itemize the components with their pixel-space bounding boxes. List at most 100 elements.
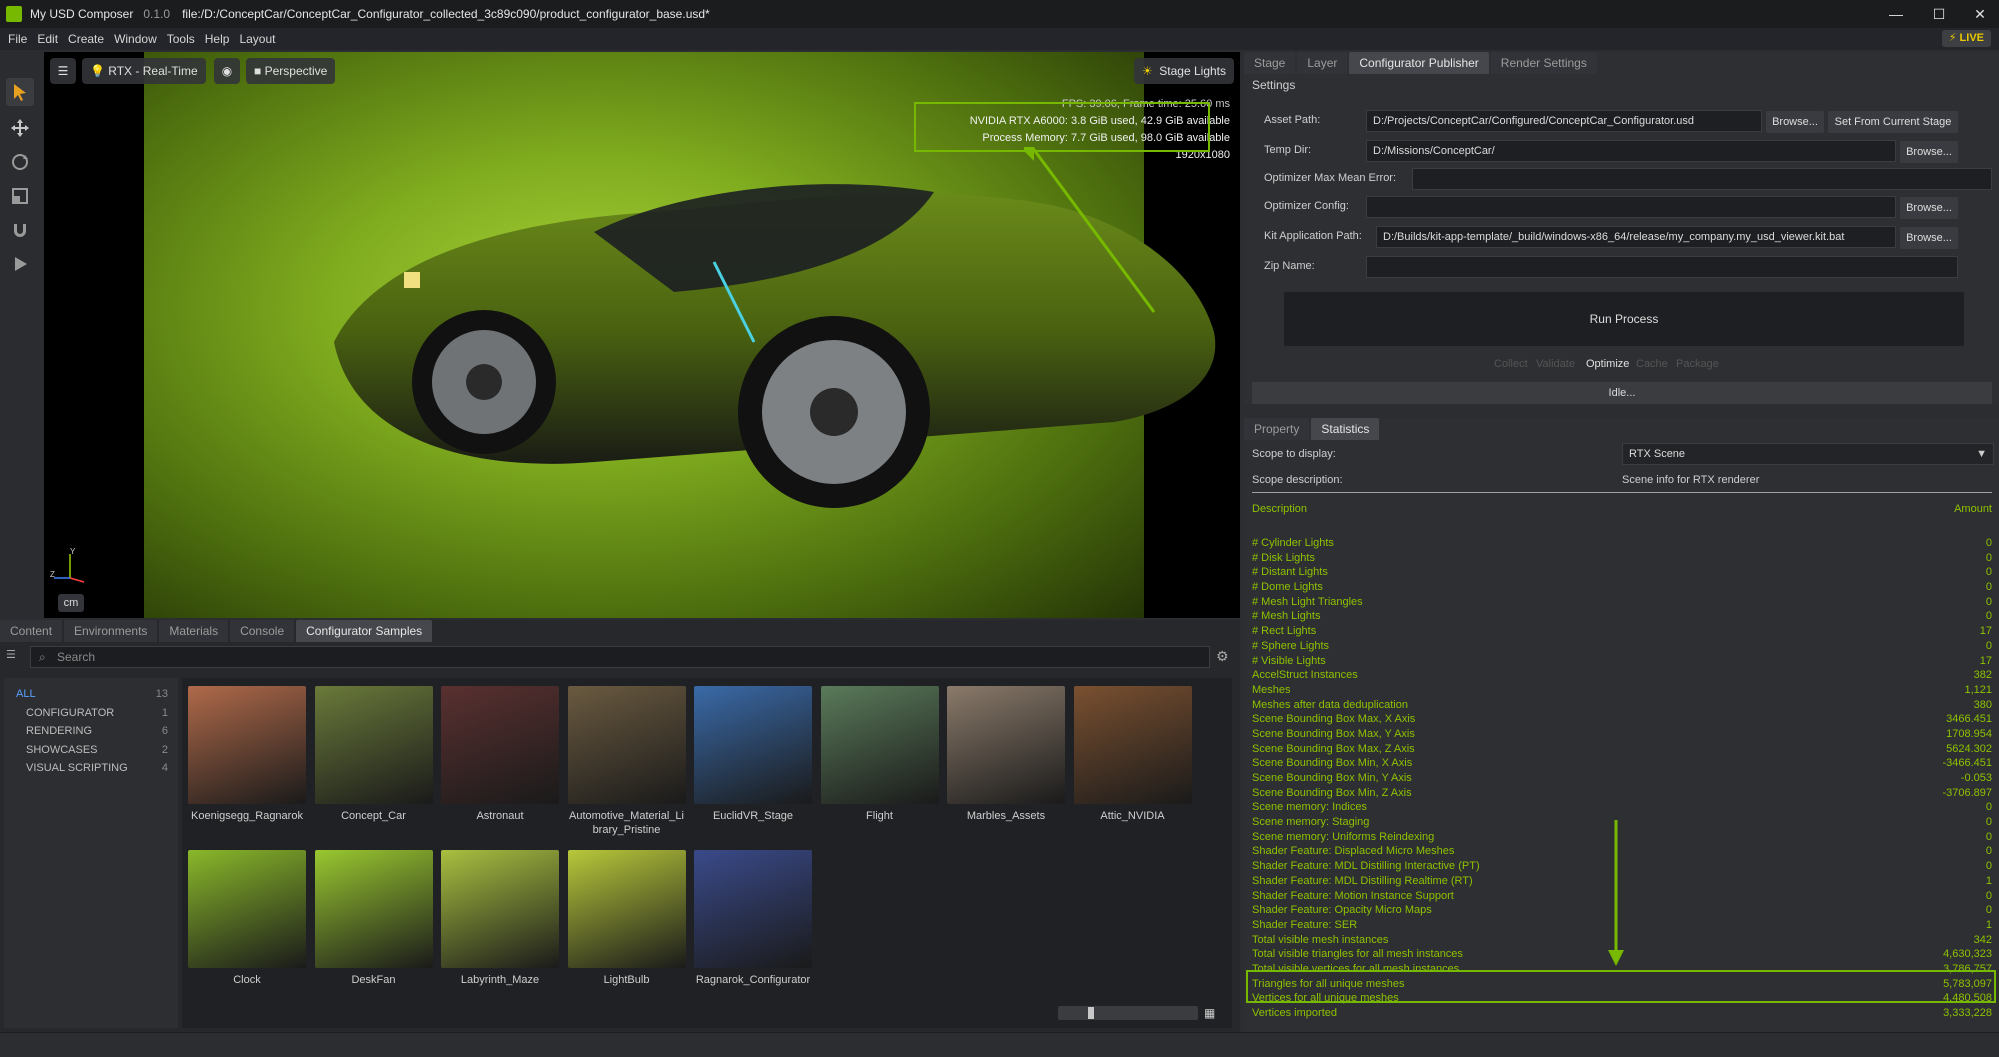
tab-environments[interactable]: Environments	[64, 620, 158, 642]
tab-layer[interactable]: Layer	[1297, 52, 1348, 74]
statistics-panel: Property Statistics Scope to display: RT…	[1244, 418, 1999, 1032]
maximize-icon[interactable]: ☐	[1929, 4, 1949, 24]
tree-item-label: SHOWCASES	[26, 743, 98, 756]
menu-layout[interactable]: Layout	[239, 32, 275, 46]
tab-stage[interactable]: Stage	[1244, 52, 1296, 74]
tree-item[interactable]: SHOWCASES 2	[16, 744, 168, 756]
sample-name: Labyrinth_Maze	[460, 974, 540, 986]
stat-amount: 0	[1985, 801, 1992, 814]
step-package: Package	[1676, 358, 1719, 370]
tab-configurator-publisher[interactable]: Configurator Publisher	[1349, 52, 1489, 74]
sample-name: Attic_NVIDIA	[1100, 810, 1165, 822]
sample-item[interactable]: Attic_NVIDIA	[1073, 686, 1192, 823]
slider-handle[interactable]	[1088, 1007, 1094, 1019]
temp-dir-browse-button[interactable]: Browse...	[1900, 141, 1958, 163]
stat-amount: 17	[1979, 625, 1992, 638]
tree-item[interactable]: RENDERING 6	[16, 725, 168, 737]
stat-row: Scene memory: Indices 0	[1252, 800, 1992, 815]
menu-tools[interactable]: Tools	[167, 32, 195, 46]
sample-thumbnail	[314, 850, 433, 968]
render-mode-button[interactable]: 💡 RTX - Real-Time	[82, 58, 206, 84]
gear-icon[interactable]: ⚙	[1216, 648, 1234, 666]
move-icon[interactable]	[6, 114, 34, 142]
viewport-settings-icon[interactable]: ☰	[50, 58, 76, 84]
sample-item[interactable]: Flight	[820, 686, 939, 823]
sample-item[interactable]: Labyrinth_Maze	[441, 850, 559, 987]
stat-amount: 342	[1973, 933, 1992, 946]
rotate-icon[interactable]	[6, 148, 34, 176]
scope-select[interactable]: RTX Scene ▼	[1622, 443, 1994, 465]
zip-name-label: Zip Name:	[1264, 260, 1315, 272]
set-from-stage-button[interactable]: Set From Current Stage	[1828, 111, 1958, 133]
thumbnail-size-slider[interactable]	[1058, 1006, 1198, 1020]
unit-badge[interactable]: cm	[58, 594, 84, 612]
sample-item[interactable]: Marbles_Assets	[947, 686, 1065, 823]
stat-amount: 1708.954	[1946, 727, 1992, 740]
close-icon[interactable]: ✕	[1970, 4, 1990, 24]
tab-configurator-samples[interactable]: Configurator Samples	[296, 620, 433, 642]
stat-amount: 5624.302	[1946, 742, 1992, 755]
sample-item[interactable]: Concept_Car	[314, 686, 433, 823]
minimize-icon[interactable]: —	[1886, 4, 1906, 24]
scale-icon[interactable]	[6, 182, 34, 210]
sample-item[interactable]: Koenigsegg_Ragnarok	[188, 686, 306, 823]
menu-help[interactable]: Help	[205, 32, 230, 46]
sample-item[interactable]: LightBulb	[567, 850, 686, 987]
tab-property[interactable]: Property	[1244, 418, 1310, 440]
stats-highlight-box	[1246, 970, 1996, 1003]
tab-materials[interactable]: Materials	[159, 620, 229, 642]
temp-dir-field[interactable]: D:/Missions/ConceptCar/	[1366, 140, 1896, 162]
kit-path-browse-button[interactable]: Browse...	[1900, 227, 1958, 249]
menu-file[interactable]: File	[8, 32, 27, 46]
optimizer-config-field[interactable]	[1366, 196, 1896, 218]
optimizer-config-browse-button[interactable]: Browse...	[1900, 197, 1958, 219]
visibility-eye-icon[interactable]: ◉	[214, 58, 240, 84]
sample-name: Astronaut	[476, 810, 524, 822]
tree-toggle-icon[interactable]: ☰	[6, 648, 24, 666]
asset-path-field[interactable]: D:/Projects/ConceptCar/Configured/Concep…	[1366, 110, 1762, 132]
sample-item[interactable]: Ragnarok_Configurator	[694, 850, 812, 987]
sample-thumbnail	[441, 850, 559, 968]
search-input[interactable]: ⌕ Search	[30, 646, 1210, 668]
menu-bar: File Edit Create Window Tools Help Layou…	[0, 28, 1999, 50]
tab-content[interactable]: Content	[0, 620, 63, 642]
stat-description: Scene memory: Staging	[1252, 816, 1370, 829]
menu-window[interactable]: Window	[114, 32, 157, 46]
tree-item[interactable]: ALL 13	[16, 688, 168, 700]
optimizer-error-field[interactable]	[1412, 168, 1992, 190]
viewport[interactable]: ☰ 💡 RTX - Real-Time ◉ ■ Perspective ☀ St…	[44, 52, 1240, 618]
tab-console[interactable]: Console	[230, 620, 295, 642]
stat-description: # Cylinder Lights	[1252, 537, 1334, 549]
tree-item-count: 2	[161, 743, 168, 756]
zip-name-field[interactable]	[1366, 256, 1958, 278]
stage-lights-button[interactable]: ☀ Stage Lights	[1133, 58, 1234, 84]
sample-name: Automotive_Material_Library_Pristine	[569, 810, 684, 836]
sample-thumbnail	[947, 686, 1065, 804]
sample-item[interactable]: EuclidVR_Stage	[694, 686, 812, 823]
sample-name: Ragnarok_Configurator	[695, 974, 811, 986]
tree-item[interactable]: VISUAL SCRIPTING 4	[16, 762, 168, 774]
sample-item[interactable]: DeskFan	[314, 850, 433, 987]
stat-row: Scene Bounding Box Max, Z Axis 5624.302	[1252, 742, 1992, 757]
kit-path-field[interactable]: D:/Builds/kit-app-template/_build/window…	[1376, 226, 1896, 248]
live-badge[interactable]: ⚡ LIVE	[1941, 30, 1991, 47]
play-icon[interactable]	[6, 250, 34, 278]
tab-statistics[interactable]: Statistics	[1311, 418, 1380, 440]
scope-value: RTX Scene	[1629, 448, 1686, 460]
menu-create[interactable]: Create	[68, 32, 104, 46]
snap-icon[interactable]	[6, 216, 34, 244]
stat-description: Vertices imported	[1252, 1007, 1337, 1019]
sample-item[interactable]: Clock	[188, 850, 306, 987]
grid-view-icon[interactable]: ▦	[1204, 1006, 1218, 1020]
tab-render-settings[interactable]: Render Settings	[1490, 52, 1597, 74]
tree-item-label: ALL	[16, 688, 36, 700]
select-icon[interactable]	[6, 78, 34, 106]
tree-item[interactable]: CONFIGURATOR 1	[16, 707, 168, 719]
sample-item[interactable]: Astronaut	[441, 686, 559, 823]
camera-button[interactable]: ■ Perspective	[246, 58, 336, 84]
run-process-button[interactable]: Run Process	[1284, 292, 1964, 346]
asset-path-browse-button[interactable]: Browse...	[1766, 111, 1824, 133]
sample-item[interactable]: Automotive_Material_Library_Pristine	[567, 686, 686, 837]
settings-section-title[interactable]: Settings	[1252, 78, 1295, 92]
menu-edit[interactable]: Edit	[37, 32, 58, 46]
